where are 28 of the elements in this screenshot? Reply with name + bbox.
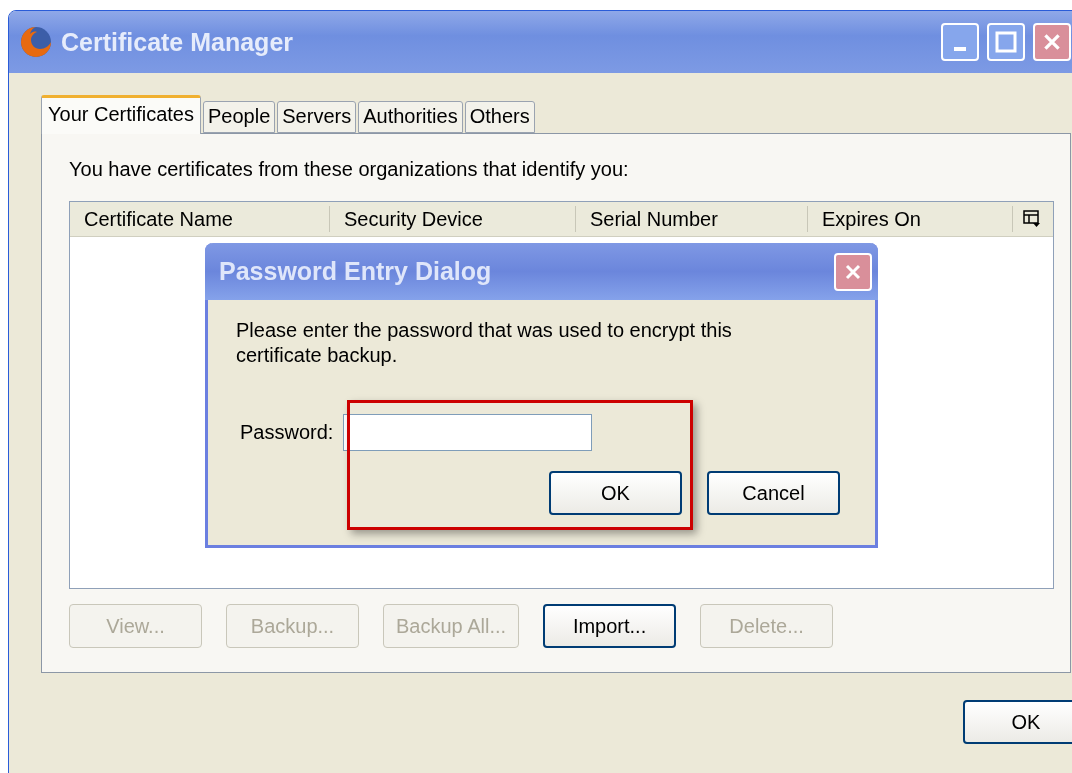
column-header[interactable]: Expires On — [808, 206, 1013, 232]
app-logo-icon — [19, 25, 53, 59]
tab[interactable]: Others — [464, 101, 535, 133]
column-header[interactable]: Security Device — [330, 206, 576, 232]
ok-button[interactable]: OK — [963, 700, 1072, 744]
column-header[interactable]: Certificate Name — [70, 206, 330, 232]
tab[interactable]: Servers — [277, 101, 357, 133]
column-picker-icon[interactable] — [1023, 210, 1041, 228]
dialog-message: Please enter the password that was used to encrypt this certificate backup. — [236, 318, 733, 368]
action-button[interactable]: Import... — [543, 604, 677, 648]
close-button[interactable] — [1033, 23, 1071, 61]
column-header[interactable]: Serial Number — [576, 206, 808, 232]
minimize-button[interactable] — [941, 23, 979, 61]
maximize-icon — [995, 31, 1017, 53]
close-button[interactable] — [834, 252, 872, 291]
close-icon — [1041, 31, 1063, 53]
maximize-button[interactable] — [987, 23, 1025, 61]
description-text: You have certificates from these organizations that identify you: — [69, 158, 630, 181]
tab[interactable]: Your Certificates — [41, 95, 201, 134]
window-title: Certificate Manager — [61, 27, 295, 57]
password-field[interactable] — [343, 414, 593, 451]
dialog-button[interactable]: OK — [549, 471, 682, 515]
tab[interactable]: Authorities — [358, 101, 463, 133]
dialog-button[interactable]: Cancel — [707, 471, 840, 515]
password-label: Password: — [240, 421, 334, 444]
dialog-title: Password Entry Dialog — [219, 257, 492, 286]
tab[interactable]: People — [203, 101, 276, 133]
minimize-icon — [954, 47, 966, 51]
